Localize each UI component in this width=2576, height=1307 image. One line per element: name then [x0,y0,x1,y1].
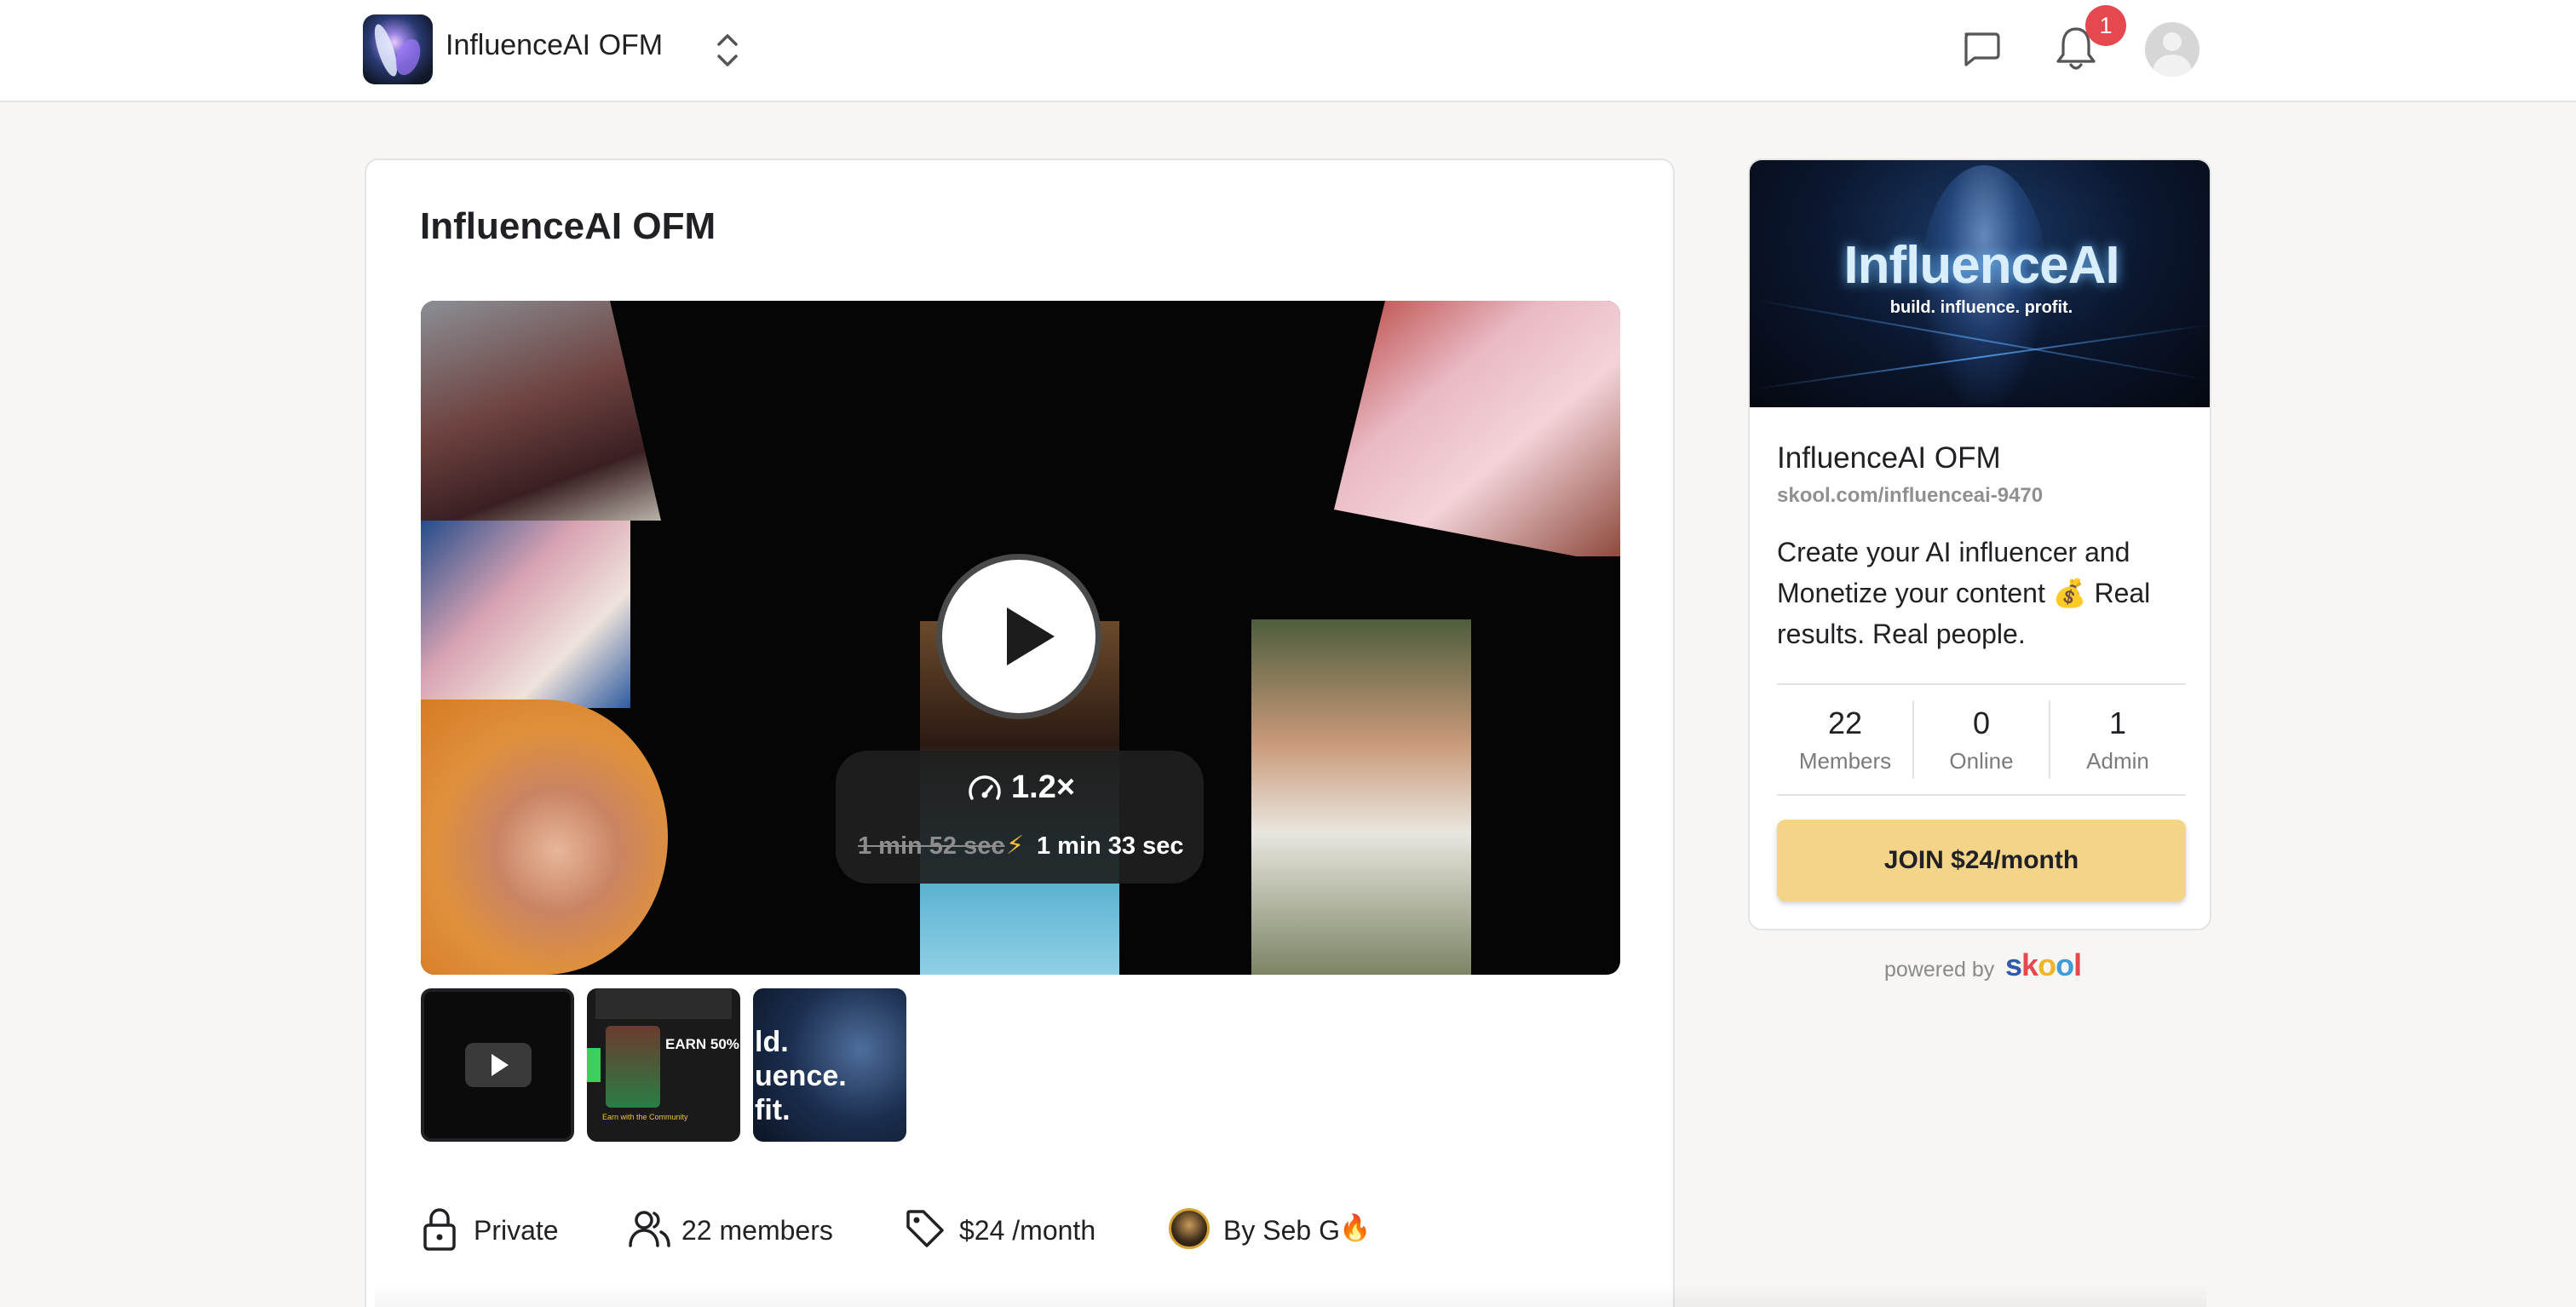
notification-badge: 1 [2085,5,2126,46]
stat-members-label: Members [1798,748,1892,774]
play-button[interactable] [936,554,1101,719]
thumbnail-headline: EARN 50% [665,1036,739,1052]
thumbnail-text-1: ld. [755,1026,789,1058]
price-tag-icon [906,1210,944,1247]
thumbnail-text-2: uence. [755,1060,847,1092]
author-name[interactable]: By Seb G [1223,1215,1340,1247]
media-thumbnail-video[interactable] [421,988,574,1142]
media-thumbnail-banner[interactable]: ld. uence. fit. [753,988,906,1142]
community-stats: 22 Members 0 Online 1 Admin [1777,683,2186,796]
stat-admin: 1 Admin [2050,685,2186,794]
community-name[interactable]: InfluenceAI OFM [446,29,663,62]
stat-members: 22 Members [1777,685,1913,794]
stat-online-label: Online [1949,748,2014,774]
community-description: Create your AI influencer and Monetize y… [1777,537,2151,649]
video-frame-man-walking [1251,619,1471,975]
sidebar-community-name: InfluenceAI OFM [1777,441,2001,475]
stat-admin-label: Admin [2086,748,2149,774]
banner-subtitle: build. influence. profit. [1889,298,2073,317]
speed-gauge-icon [969,775,1001,800]
media-thumbnail-earn[interactable]: EARN 50% Earn with the Community [587,988,740,1142]
fire-icon: 🔥 [1339,1214,1371,1242]
lightning-icon: ⚡ [1006,832,1025,860]
stat-online: 0 Online [1913,685,2050,794]
original-duration: 1 min 52 sec [858,832,1005,860]
scroll-shadow [375,1283,2206,1307]
stat-members-value: 22 [1827,705,1863,740]
stat-admin-value: 1 [2108,705,2127,740]
powered-by-label: powered by [1884,958,1995,982]
community-switcher-icon[interactable] [712,31,743,70]
video-frame-presenter [421,700,668,975]
community-logo[interactable] [363,14,433,84]
community-sidebar-card: InfluenceAI build. influence. profit. In… [1748,158,2211,930]
fast-duration: 1 min 33 sec [1037,832,1184,860]
video-frame-two-women [421,521,630,708]
user-avatar[interactable] [2145,22,2199,77]
banner-title: InfluenceAI [1843,236,2119,295]
video-frame-women-pink [1334,301,1620,556]
thumbnail-text-3: fit. [755,1094,791,1126]
thumbnail-caption: Earn with the Community [602,1113,688,1121]
play-icon [465,1043,532,1087]
stat-online-value: 0 [1972,705,1991,740]
playback-speed-value: 1.2× [1011,769,1076,805]
lock-icon [423,1208,456,1251]
community-banner: InfluenceAI build. influence. profit. [1750,160,2210,407]
chat-icon[interactable] [1959,27,2002,70]
price-label: $24 /month [959,1215,1096,1246]
privacy-label: Private [474,1215,559,1246]
playback-speed-badge[interactable]: 1.2× 1 min 52 sec ⚡ 1 min 33 sec [836,751,1204,884]
members-count: 22 members [681,1215,833,1246]
skool-logo[interactable]: skool [2005,947,2082,983]
community-url[interactable]: skool.com/influenceai-9470 [1777,484,2043,508]
author-avatar[interactable] [1169,1208,1210,1249]
members-icon [629,1211,670,1247]
page-title: InfluenceAI OFM [420,205,716,247]
join-button[interactable]: JOIN $24/month [1777,820,2186,901]
video-frame-woman-coffee [421,301,661,521]
